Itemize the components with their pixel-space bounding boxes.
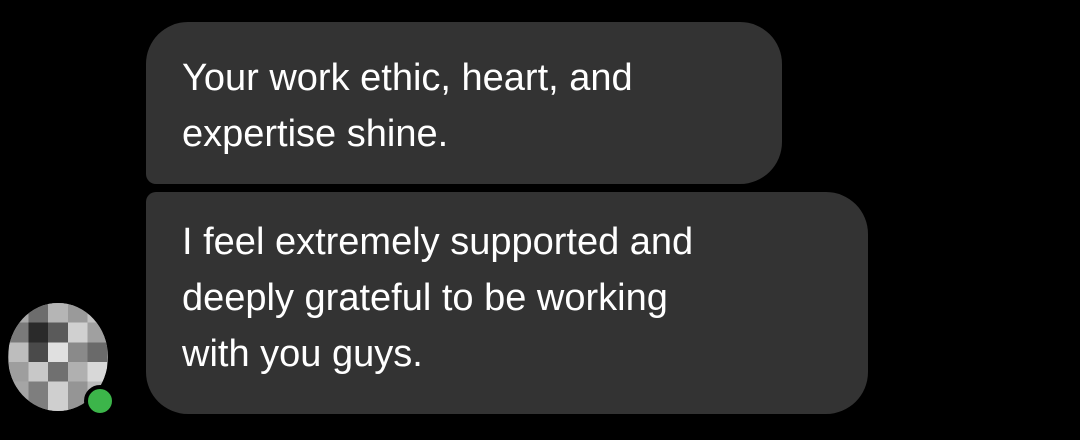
- message-line: I feel extremely supported and: [182, 221, 694, 263]
- message-line: with you guys.: [182, 333, 423, 375]
- message-bubble[interactable]: I feel extremely supported and deeply gr…: [146, 192, 868, 414]
- chat-thread: Your work ethic, heart, and expertise sh…: [0, 0, 1080, 440]
- message-bubble[interactable]: Your work ethic, heart, and expertise sh…: [146, 22, 782, 184]
- online-status-dot: [84, 385, 116, 417]
- message-line: Your work ethic, heart, and: [182, 57, 633, 99]
- message-line: expertise shine.: [182, 113, 449, 155]
- sender-avatar-container[interactable]: [8, 303, 116, 417]
- message-line: deeply grateful to be working: [182, 277, 668, 319]
